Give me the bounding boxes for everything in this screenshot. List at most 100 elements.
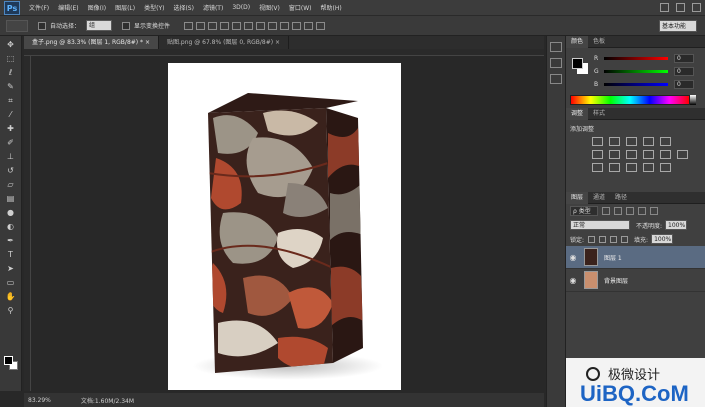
- hand-tool-icon[interactable]: ✋: [4, 292, 18, 302]
- zoom-level[interactable]: 83.29%: [28, 397, 51, 404]
- brightness-icon[interactable]: [592, 137, 603, 146]
- blue-slider[interactable]: B 0: [594, 80, 694, 89]
- menu-type[interactable]: 类型(Y): [144, 3, 164, 12]
- filter-type-icon[interactable]: [626, 207, 634, 215]
- filter-pixel-icon[interactable]: [602, 207, 610, 215]
- red-slider[interactable]: R 0: [594, 54, 694, 63]
- menu-image[interactable]: 图像(I): [88, 3, 106, 12]
- document-canvas[interactable]: [168, 63, 401, 390]
- tab-layers[interactable]: 图层: [566, 191, 589, 204]
- clone-stamp-tool-icon[interactable]: ⊥: [4, 152, 18, 162]
- gradient-map-icon[interactable]: [643, 163, 654, 172]
- hue-saturation-icon[interactable]: [592, 150, 603, 159]
- filter-shape-icon[interactable]: [638, 207, 646, 215]
- posterize-icon[interactable]: [609, 163, 620, 172]
- green-slider[interactable]: G 0: [594, 67, 694, 76]
- channel-mixer-icon[interactable]: [660, 150, 671, 159]
- show-transform-checkbox[interactable]: [122, 21, 131, 30]
- close-icon[interactable]: [692, 3, 701, 12]
- layer-row[interactable]: ◉ 图层 1: [566, 246, 705, 269]
- actions-panel-icon[interactable]: [550, 58, 562, 68]
- workspace-dropdown[interactable]: 基本功能: [659, 20, 697, 32]
- distribute-top-icon[interactable]: [256, 21, 266, 30]
- red-slider-track[interactable]: [604, 57, 668, 60]
- crop-tool-icon[interactable]: ⌗: [4, 96, 18, 106]
- vibrance-icon[interactable]: [660, 137, 671, 146]
- move-tool-icon[interactable]: ✥: [4, 40, 18, 50]
- eyedropper-tool-icon[interactable]: ⁄: [4, 110, 18, 120]
- type-tool-icon[interactable]: T: [4, 250, 18, 260]
- curves-icon[interactable]: [626, 137, 637, 146]
- invert-icon[interactable]: [592, 163, 603, 172]
- blue-value[interactable]: 0: [674, 80, 694, 89]
- tab-texture-png[interactable]: 贴图.png @ 67.8% (图层 0, RGB/8#) ×: [159, 36, 290, 49]
- tab-paths[interactable]: 路径: [610, 192, 632, 204]
- move-tool-preset-icon[interactable]: [6, 19, 28, 32]
- properties-panel-icon[interactable]: [550, 74, 562, 84]
- menu-layer[interactable]: 图层(L): [115, 3, 135, 12]
- quick-select-tool-icon[interactable]: ✎: [4, 82, 18, 92]
- black-white-icon[interactable]: [626, 150, 637, 159]
- tab-adjustments[interactable]: 调整: [566, 107, 589, 120]
- align-bottom-icon[interactable]: [208, 21, 218, 30]
- tab-styles[interactable]: 样式: [588, 108, 610, 120]
- green-value[interactable]: 0: [674, 67, 694, 76]
- visibility-eye-icon[interactable]: ◉: [566, 276, 580, 285]
- align-vcenter-icon[interactable]: [196, 21, 206, 30]
- red-value[interactable]: 0: [674, 54, 694, 63]
- shape-tool-icon[interactable]: ▭: [4, 278, 18, 288]
- align-hcenter-icon[interactable]: [232, 21, 242, 30]
- layer-kind-filter[interactable]: ρ 类型: [570, 206, 598, 216]
- maximize-icon[interactable]: [676, 3, 685, 12]
- tab-box-png[interactable]: 盒子.png @ 83.3% (图层 1, RGB/8#) * ×: [24, 36, 159, 49]
- tab-color[interactable]: 颜色: [566, 35, 589, 48]
- blur-tool-icon[interactable]: ●: [4, 208, 18, 218]
- gradient-tool-icon[interactable]: ▤: [4, 194, 18, 204]
- threshold-icon[interactable]: [626, 163, 637, 172]
- layer-name[interactable]: 图层 1: [604, 253, 622, 262]
- color-balance-icon[interactable]: [609, 150, 620, 159]
- minimize-icon[interactable]: [660, 3, 669, 12]
- distribute-right-icon[interactable]: [316, 21, 326, 30]
- distribute-hcenter-icon[interactable]: [304, 21, 314, 30]
- green-slider-track[interactable]: [604, 70, 668, 73]
- menu-help[interactable]: 帮助(H): [321, 3, 342, 12]
- path-select-tool-icon[interactable]: ➤: [4, 264, 18, 274]
- menu-edit[interactable]: 编辑(E): [58, 3, 78, 12]
- layer-row[interactable]: ◉ 背景图层: [566, 269, 705, 292]
- align-right-icon[interactable]: [244, 21, 254, 30]
- color-spectrum[interactable]: [570, 95, 690, 105]
- opacity-field[interactable]: 100%: [665, 220, 688, 230]
- visibility-eye-icon[interactable]: ◉: [566, 253, 580, 262]
- history-brush-tool-icon[interactable]: ↺: [4, 166, 18, 176]
- marquee-tool-icon[interactable]: ⬚: [4, 54, 18, 64]
- menu-select[interactable]: 选择(S): [173, 3, 194, 12]
- panel-foreground-swatch[interactable]: [572, 58, 583, 69]
- brush-tool-icon[interactable]: ✐: [4, 138, 18, 148]
- align-left-icon[interactable]: [220, 21, 230, 30]
- align-top-icon[interactable]: [184, 21, 194, 30]
- lock-all-icon[interactable]: [621, 235, 629, 243]
- menu-filter[interactable]: 滤镜(T): [203, 3, 223, 12]
- blue-slider-track[interactable]: [604, 83, 668, 86]
- grayscale-ramp[interactable]: [690, 95, 696, 105]
- tab-channels[interactable]: 通道: [588, 192, 610, 204]
- pen-tool-icon[interactable]: ✒: [4, 236, 18, 246]
- distribute-bottom-icon[interactable]: [280, 21, 290, 30]
- filter-smart-icon[interactable]: [650, 207, 658, 215]
- selective-color-icon[interactable]: [660, 163, 671, 172]
- lasso-tool-icon[interactable]: ℓ: [4, 68, 18, 78]
- fill-field[interactable]: 100%: [651, 234, 674, 244]
- blend-mode-dropdown[interactable]: 正常: [570, 220, 630, 230]
- photo-filter-icon[interactable]: [643, 150, 654, 159]
- filter-adjust-icon[interactable]: [614, 207, 622, 215]
- zoom-tool-icon[interactable]: ⚲: [4, 306, 18, 316]
- exposure-icon[interactable]: [643, 137, 654, 146]
- menu-window[interactable]: 窗口(W): [289, 3, 312, 12]
- lock-position-icon[interactable]: [610, 235, 618, 243]
- levels-icon[interactable]: [609, 137, 620, 146]
- history-panel-icon[interactable]: [550, 42, 562, 52]
- tab-swatches[interactable]: 色板: [588, 36, 610, 48]
- healing-brush-tool-icon[interactable]: ✚: [4, 124, 18, 134]
- distribute-vcenter-icon[interactable]: [268, 21, 278, 30]
